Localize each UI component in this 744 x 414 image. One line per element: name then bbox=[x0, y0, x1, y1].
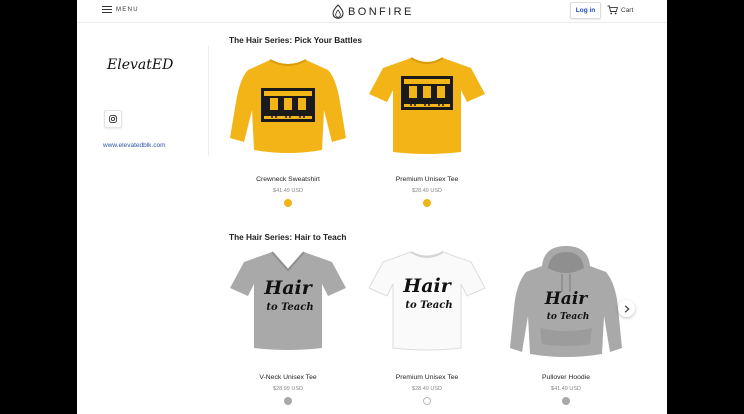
design-text: Hair bbox=[544, 289, 589, 309]
sweatshirt-icon bbox=[228, 46, 348, 166]
product-price: $41.49 USD bbox=[273, 188, 303, 194]
sidebar-divider bbox=[208, 46, 209, 156]
design-text: to Teach bbox=[266, 302, 313, 313]
tshirt-icon: Hair to Teach bbox=[367, 244, 487, 364]
cart-label: Cart bbox=[621, 6, 634, 14]
color-swatch[interactable] bbox=[562, 397, 570, 405]
bonfire-logo[interactable]: BONFIRE bbox=[332, 4, 414, 19]
product-card[interactable]: Crewneck Sweatshirt $41.49 USD bbox=[228, 46, 348, 216]
section-title: The Hair Series: Hair to Teach bbox=[229, 232, 347, 242]
color-swatch[interactable] bbox=[284, 397, 292, 405]
design-text: Hair bbox=[263, 277, 313, 299]
design-text: to Teach bbox=[405, 300, 452, 311]
color-swatch[interactable] bbox=[423, 397, 431, 405]
flame-logo-icon bbox=[332, 4, 344, 19]
store-name: ElevatED bbox=[107, 57, 174, 73]
section-title: The Hair Series: Pick Your Battles bbox=[229, 35, 362, 45]
logo-text: BONFIRE bbox=[348, 5, 414, 18]
color-swatch[interactable] bbox=[284, 199, 292, 207]
top-header: MENU BONFIRE Log in Cart bbox=[77, 0, 667, 23]
store-sidebar: ElevatED www.elevatedblk.com bbox=[77, 23, 208, 414]
login-button[interactable]: Log in bbox=[570, 2, 601, 19]
store-page: MENU BONFIRE Log in Cart ElevatED www.el… bbox=[77, 0, 667, 414]
product-name: V-Neck Unisex Tee bbox=[259, 374, 317, 381]
product-price: $41.49 USD bbox=[551, 386, 581, 392]
carousel-next-button[interactable] bbox=[618, 300, 635, 317]
menu-button[interactable]: MENU bbox=[102, 6, 139, 13]
product-price: $28.49 USD bbox=[412, 188, 442, 194]
product-card[interactable]: Hair to Teach V-Neck Unisex Tee $28.99 U… bbox=[228, 244, 348, 414]
product-card[interactable]: Premium Unisex Tee $28.49 USD bbox=[367, 46, 487, 216]
product-card[interactable]: Hair to Teach Pullover Hoodie $41.49 USD bbox=[506, 244, 626, 414]
cart-icon bbox=[607, 5, 618, 15]
color-swatch[interactable] bbox=[423, 199, 431, 207]
product-price: $28.99 USD bbox=[273, 386, 303, 392]
product-name: Premium Unisex Tee bbox=[395, 176, 459, 183]
tshirt-icon bbox=[367, 46, 487, 166]
product-card[interactable]: Hair to Teach Premium Unisex Tee $28.49 … bbox=[367, 244, 487, 414]
product-name: Premium Unisex Tee bbox=[395, 374, 459, 381]
product-name: Crewneck Sweatshirt bbox=[256, 176, 320, 183]
chevron-right-icon bbox=[624, 304, 629, 313]
hoodie-icon: Hair to Teach bbox=[506, 244, 626, 364]
tshirt-icon: Hair to Teach bbox=[228, 244, 348, 364]
cart-button[interactable]: Cart bbox=[607, 5, 633, 15]
design-text: to Teach bbox=[547, 312, 590, 322]
instagram-icon bbox=[109, 115, 117, 123]
design-text: Hair bbox=[402, 275, 452, 297]
product-name: Pullover Hoodie bbox=[542, 374, 590, 381]
hamburger-icon bbox=[102, 6, 112, 13]
instagram-button[interactable] bbox=[104, 110, 122, 128]
website-link[interactable]: www.elevatedblk.com bbox=[103, 142, 166, 149]
product-price: $28.49 USD bbox=[412, 386, 442, 392]
menu-label: MENU bbox=[116, 6, 139, 13]
